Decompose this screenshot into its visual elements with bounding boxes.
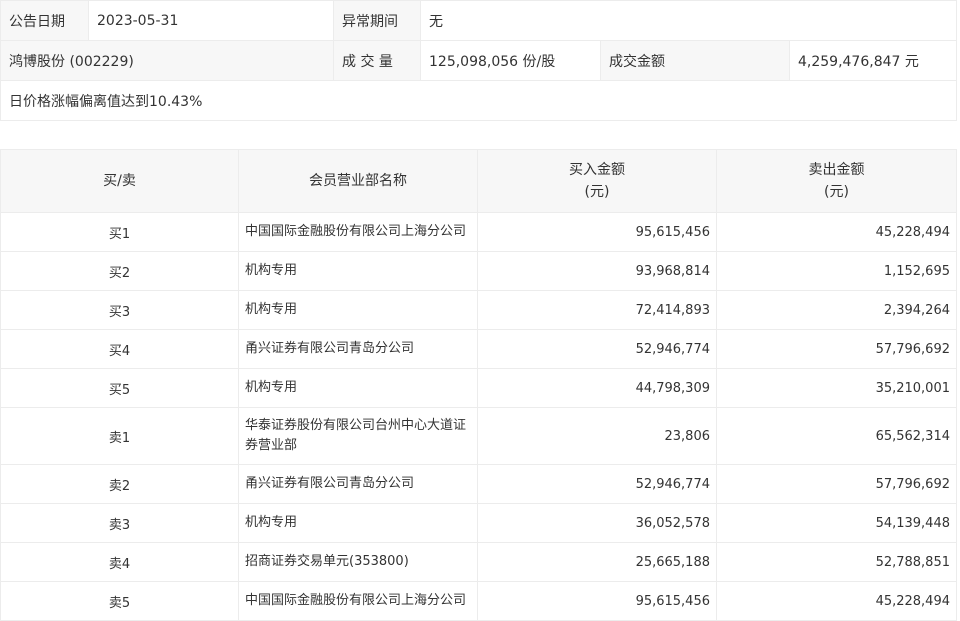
header-branch: 会员营业部名称 [238, 149, 478, 213]
header-sell-unit: (元) [824, 184, 849, 200]
row-side: 卖5 [0, 581, 239, 621]
table-row: 卖3 机构专用 36,052,578 54,139,448 [0, 503, 957, 543]
summary-table: 公告日期 2023-05-31 异常期间 无 鸿博股份 (002229) 成 交… [0, 0, 958, 121]
table-row: 买4 甬兴证券有限公司青岛分公司 52,946,774 57,796,692 [0, 329, 957, 369]
row-buy: 25,665,188 [477, 542, 717, 582]
header-buy-title: 买入金额 [569, 162, 625, 178]
amount-value: 4,259,476,847 元 [788, 40, 958, 81]
row-sell: 2,394,264 [716, 290, 957, 330]
table-row: 卖5 中国国际金融股份有限公司上海分公司 95,615,456 45,228,4… [0, 581, 957, 621]
row-side: 卖1 [0, 407, 239, 465]
trade-table: 买/卖 会员营业部名称 买入金额 (元) 卖出金额 (元) 买1 中国国际金融股份有… [0, 149, 957, 621]
row-buy: 93,968,814 [477, 251, 717, 291]
row-sell: 35,210,001 [716, 368, 957, 408]
summary-row-reason: 日价格涨幅偏离值达到10.43% [0, 80, 958, 121]
row-sell: 52,788,851 [716, 542, 957, 582]
row-side: 买3 [0, 290, 239, 330]
row-sell: 65,562,314 [716, 407, 957, 465]
period-label: 异常期间 [333, 0, 421, 41]
table-row: 买1 中国国际金融股份有限公司上海分公司 95,615,456 45,228,4… [0, 212, 957, 252]
table-row: 买3 机构专用 72,414,893 2,394,264 [0, 290, 957, 330]
row-buy: 36,052,578 [477, 503, 717, 543]
row-sell: 1,152,695 [716, 251, 957, 291]
row-sell: 54,139,448 [716, 503, 957, 543]
table-row: 卖2 甬兴证券有限公司青岛分公司 52,946,774 57,796,692 [0, 464, 957, 504]
row-branch: 招商证券交易单元(353800) [238, 542, 478, 582]
row-sell: 45,228,494 [716, 581, 957, 621]
date-value: 2023-05-31 [88, 0, 334, 41]
row-branch: 中国国际金融股份有限公司上海分公司 [238, 212, 478, 252]
trade-header-row: 买/卖 会员营业部名称 买入金额 (元) 卖出金额 (元) [0, 149, 957, 213]
row-branch: 机构专用 [238, 290, 478, 330]
summary-row-date: 公告日期 2023-05-31 异常期间 无 [0, 0, 958, 41]
row-side: 买1 [0, 212, 239, 252]
row-sell: 57,796,692 [716, 329, 957, 369]
header-sell: 卖出金额 (元) [716, 149, 957, 213]
row-side: 卖4 [0, 542, 239, 582]
row-side: 卖3 [0, 503, 239, 543]
row-branch: 机构专用 [238, 503, 478, 543]
row-side: 买2 [0, 251, 239, 291]
row-buy: 23,806 [477, 407, 717, 465]
row-side: 买5 [0, 368, 239, 408]
row-branch: 华泰证券股份有限公司台州中心大道证券营业部 [238, 407, 478, 465]
volume-label: 成 交 量 [333, 40, 421, 81]
row-side: 买4 [0, 329, 239, 369]
table-row: 卖1 华泰证券股份有限公司台州中心大道证券营业部 23,806 65,562,3… [0, 407, 957, 465]
row-branch: 甬兴证券有限公司青岛分公司 [238, 329, 478, 369]
row-branch: 甬兴证券有限公司青岛分公司 [238, 464, 478, 504]
stock-name: 鸿博股份 (002229) [0, 40, 334, 81]
row-sell: 57,796,692 [716, 464, 957, 504]
header-sell-title: 卖出金额 [808, 162, 865, 178]
period-value: 无 [419, 0, 958, 41]
row-branch: 机构专用 [238, 251, 478, 291]
header-side: 买/卖 [0, 149, 239, 213]
volume-value: 125,098,056 份/股 [420, 40, 601, 81]
reason-text: 日价格涨幅偏离值达到10.43% [0, 80, 958, 121]
row-buy: 52,946,774 [477, 329, 717, 369]
summary-row-stock: 鸿博股份 (002229) 成 交 量 125,098,056 份/股 成交金额… [0, 40, 958, 81]
header-buy-unit: (元) [584, 184, 610, 200]
row-buy: 95,615,456 [477, 212, 717, 252]
amount-label: 成交金额 [600, 40, 790, 81]
row-buy: 95,615,456 [477, 581, 717, 621]
table-row: 买2 机构专用 93,968,814 1,152,695 [0, 251, 957, 291]
row-branch: 机构专用 [238, 368, 478, 408]
row-sell: 45,228,494 [716, 212, 957, 252]
row-buy: 52,946,774 [477, 464, 717, 504]
table-row: 卖4 招商证券交易单元(353800) 25,665,188 52,788,85… [0, 542, 957, 582]
table-row: 买5 机构专用 44,798,309 35,210,001 [0, 368, 957, 408]
row-buy: 44,798,309 [477, 368, 717, 408]
row-side: 卖2 [0, 464, 239, 504]
header-buy: 买入金额 (元) [477, 149, 717, 213]
row-branch: 中国国际金融股份有限公司上海分公司 [238, 581, 478, 621]
date-label: 公告日期 [0, 0, 89, 41]
row-buy: 72,414,893 [477, 290, 717, 330]
